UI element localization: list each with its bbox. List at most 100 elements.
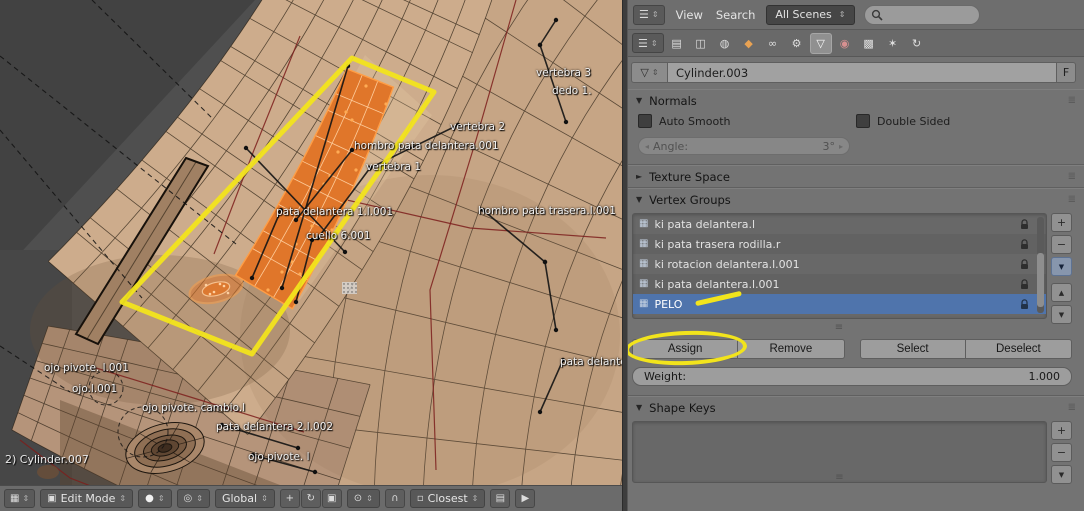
manipulator-scale-button[interactable]: ▣ <box>322 489 342 508</box>
datablock-name-field[interactable]: Cylinder.003 <box>668 62 1057 83</box>
list-scrollbar[interactable] <box>1037 217 1044 313</box>
properties-editor: ☰ ⇕ View Search All Scenes ⇕ ☰ ⇕ ▤ ◫ ◍ ◆ <box>628 0 1084 511</box>
transform-orientation-dropdown[interactable]: Global ⇕ <box>215 489 275 508</box>
scene-filter-label: All Scenes <box>775 8 831 21</box>
menu-view[interactable]: View <box>674 8 705 22</box>
panel-grip-icon[interactable]: ≣ <box>1068 194 1076 205</box>
snap-toggle-button[interactable]: ∩ <box>385 489 405 508</box>
menu-down-icon: ▼ <box>1059 471 1064 479</box>
tab-world[interactable]: ◍ <box>714 33 736 54</box>
vertex-group-row[interactable]: ▦ ki pata delantera.l.001 <box>633 274 1046 294</box>
angle-slider[interactable]: ◂ Angle: 3° ▸ <box>638 137 850 155</box>
vgroup-icon: ▦ <box>639 279 648 289</box>
tab-texture[interactable]: ▩ <box>858 33 880 54</box>
normals-panel-header[interactable]: ▼ Normals ≣ <box>628 90 1084 111</box>
tab-constraints[interactable]: ∞ <box>762 33 784 54</box>
move-group-down-button[interactable]: ▼ <box>1051 305 1072 324</box>
auto-smooth-checkbox[interactable] <box>638 114 652 128</box>
3d-viewport[interactable]: vertebra 3 dedo 1. vertebra 2 hombro pat… <box>0 0 622 511</box>
mode-dropdown[interactable]: ▣ Edit Mode ⇕ <box>40 489 133 508</box>
mesh-datablock-selector[interactable]: ▽ ⇕ <box>631 62 668 83</box>
fake-user-label: F <box>1063 66 1069 79</box>
manipulator-group: + ↻ ▣ <box>280 489 342 508</box>
editor-type-button[interactable]: ☰ ⇕ <box>632 33 664 53</box>
search-input[interactable] <box>887 8 973 21</box>
mesh-data-icon: ▽ <box>816 37 824 50</box>
datablock-name: Cylinder.003 <box>676 66 748 80</box>
manipulator-translate-button[interactable]: + <box>280 489 300 508</box>
mode-label: Edit Mode <box>61 492 116 505</box>
dropdown-arrows-icon: ⇕ <box>196 494 203 503</box>
weight-value: 1.000 <box>1029 370 1061 383</box>
tab-modifiers[interactable]: ⚙ <box>786 33 808 54</box>
annotation-pelo-mark <box>695 291 742 306</box>
vertex-group-specials-button[interactable]: ▼ <box>1051 257 1072 276</box>
double-sided-checkbox[interactable] <box>856 114 870 128</box>
render-anim-button[interactable]: ▶ <box>515 489 535 508</box>
manipulator-rotate-button[interactable]: ↻ <box>301 489 321 508</box>
vertex-group-name: ki pata delantera.l.001 <box>654 278 779 291</box>
lock-icon[interactable] <box>1019 279 1030 290</box>
shape-key-specials-button[interactable]: ▼ <box>1051 465 1072 484</box>
editor-type-button[interactable]: ▦ ⇕ <box>4 489 35 508</box>
remove-vertex-group-button[interactable]: − <box>1051 235 1072 254</box>
slider-right-arrow-icon[interactable]: ▸ <box>839 142 843 151</box>
texture-space-panel-header[interactable]: ► Texture Space ≣ <box>628 166 1084 187</box>
snap-mode-dropdown[interactable]: ▫ Closest ⇕ <box>410 489 486 508</box>
vertex-group-name: ki pata trasera rodilla.r <box>654 238 780 251</box>
deselect-button[interactable]: Deselect <box>966 339 1072 359</box>
weight-slider[interactable]: Weight: 1.000 <box>632 367 1072 386</box>
remove-button[interactable]: Remove <box>738 339 844 359</box>
render-anim-icon: ▶ <box>522 493 530 504</box>
list-scrollbar-thumb[interactable] <box>1037 253 1044 307</box>
assign-button[interactable]: Assign <box>632 339 738 359</box>
add-vertex-group-button[interactable]: + <box>1051 213 1072 232</box>
remove-shape-key-button[interactable]: − <box>1051 443 1072 462</box>
editor-type-button[interactable]: ☰ ⇕ <box>633 5 665 25</box>
tab-material[interactable]: ◉ <box>834 33 856 54</box>
panel-grip-icon[interactable]: ≣ <box>1068 95 1076 106</box>
list-resize-grip[interactable]: ≡ <box>628 324 1050 333</box>
vertex-group-row[interactable]: ▦ ki pata delantera.l <box>633 214 1046 234</box>
panel-grip-icon[interactable]: ≣ <box>1068 171 1076 182</box>
vertex-group-row[interactable]: ▦ ki rotacion delantera.l.001 <box>633 254 1046 274</box>
slider-left-arrow-icon[interactable]: ◂ <box>645 142 649 151</box>
tab-object[interactable]: ◆ <box>738 33 760 54</box>
tab-scene[interactable]: ◫ <box>690 33 712 54</box>
shape-key-list[interactable]: ≡ <box>632 421 1047 483</box>
object-icon: ◆ <box>744 37 752 50</box>
tab-particles[interactable]: ✶ <box>882 33 904 54</box>
menu-search[interactable]: Search <box>714 8 758 22</box>
dropdown-arrows-icon: ⇕ <box>651 39 658 48</box>
mesh-canvas <box>0 0 622 485</box>
tab-physics[interactable]: ↻ <box>906 33 928 54</box>
search-box[interactable] <box>864 5 980 25</box>
normals-options-row: Auto Smooth Double Sided <box>638 114 1074 128</box>
vertex-groups-panel-header[interactable]: ▼ Vertex Groups ≣ <box>628 189 1084 210</box>
vertex-group-row-active[interactable]: ▦ PELO <box>633 294 1046 314</box>
scene-filter-dropdown[interactable]: All Scenes ⇕ <box>766 5 854 25</box>
modifiers-wrench-icon: ⚙ <box>792 37 802 50</box>
render-image-button[interactable]: ▤ <box>490 489 510 508</box>
move-group-up-button[interactable]: ▲ <box>1051 283 1072 302</box>
pivot-point-dropdown[interactable]: ◎ ⇕ <box>177 489 210 508</box>
lock-icon[interactable] <box>1019 299 1030 310</box>
lock-icon[interactable] <box>1019 219 1030 230</box>
viewport-header: ▦ ⇕ ▣ Edit Mode ⇕ ● ⇕ ◎ ⇕ Global ⇕ + <box>0 485 622 511</box>
viewport-shading-dropdown[interactable]: ● ⇕ <box>138 489 171 508</box>
select-button[interactable]: Select <box>860 339 966 359</box>
add-shape-key-button[interactable]: + <box>1051 421 1072 440</box>
vertex-group-row[interactable]: ▦ ki pata trasera rodilla.r <box>633 234 1046 254</box>
panel-grip-icon[interactable]: ≣ <box>1068 402 1076 413</box>
plus-icon: + <box>1057 216 1066 229</box>
shape-keys-panel-header[interactable]: ▼ Shape Keys ≣ <box>628 397 1084 418</box>
tab-render[interactable]: ▤ <box>666 33 688 54</box>
list-resize-grip[interactable]: ≡ <box>835 474 843 482</box>
tab-object-data[interactable]: ▽ <box>810 33 832 54</box>
lock-icon[interactable] <box>1019 239 1030 250</box>
lock-icon[interactable] <box>1019 259 1030 270</box>
proportional-edit-dropdown[interactable]: ⊙ ⇕ <box>347 489 380 508</box>
fake-user-button[interactable]: F <box>1057 62 1076 83</box>
blender-window: vertebra 3 dedo 1. vertebra 2 hombro pat… <box>0 0 1084 511</box>
auto-smooth-label: Auto Smooth <box>659 115 730 128</box>
